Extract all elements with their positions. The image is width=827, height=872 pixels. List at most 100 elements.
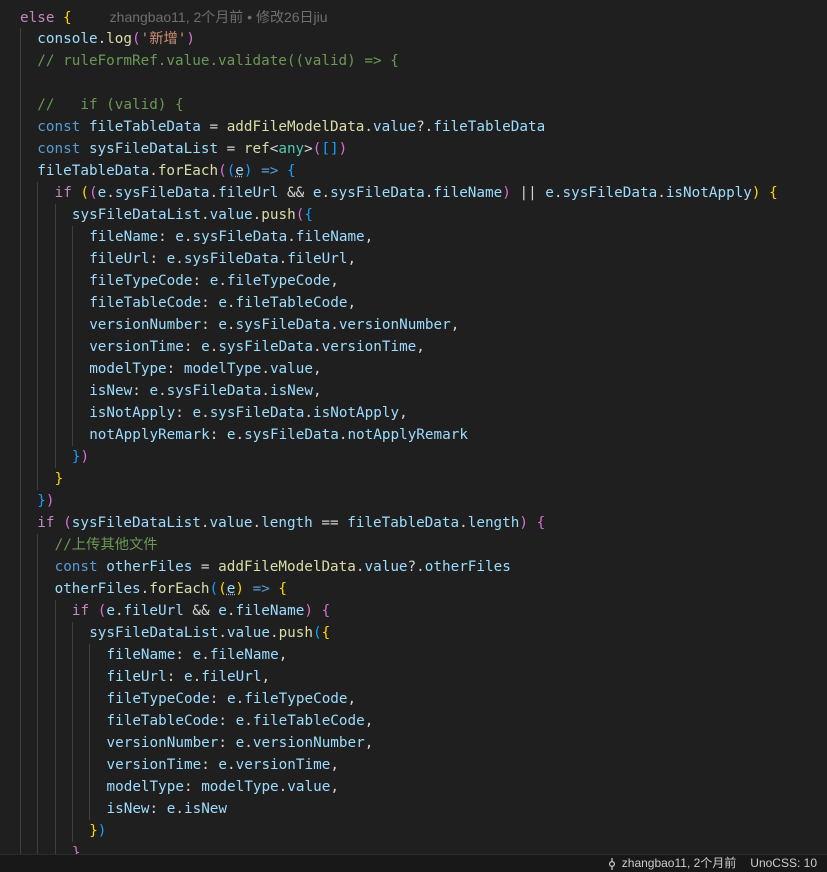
code-token: .: [304, 405, 313, 421]
code-line[interactable]: versionNumber: e.sysFileData.versionNumb…: [0, 314, 827, 336]
indent-guide: [37, 556, 39, 578]
unocss-status[interactable]: UnoCSS: 10: [750, 855, 817, 872]
indent-guide: [71, 776, 73, 798]
code-line[interactable]: versionTime: e.sysFileData.versionTime,: [0, 336, 827, 358]
code-text: isNew: e.isNew: [107, 798, 228, 820]
code-line[interactable]: fileTableCode: e.fileTableCode,: [0, 710, 827, 732]
indent-guide: [20, 424, 21, 446]
code-token: ,: [416, 339, 425, 355]
code-line[interactable]: fileUrl: e.fileUrl,: [0, 666, 827, 688]
code-token: ): [751, 185, 761, 201]
git-blame-status[interactable]: zhangbao11, 2个月前: [606, 855, 736, 872]
code-line[interactable]: //上传其他文件: [0, 534, 827, 556]
code-line[interactable]: else {zhangbao11, 2个月前 • 修改26日jiu: [0, 6, 827, 28]
code-line[interactable]: modelType: modelType.value,: [0, 358, 827, 380]
code-line[interactable]: notApplyRemark: e.sysFileData.notApplyRe…: [0, 424, 827, 446]
indent-guide: [54, 798, 56, 820]
code-token: sysFileDataList: [89, 625, 219, 641]
indent-guide: [54, 402, 56, 424]
code-token: modelType: [201, 779, 279, 795]
code-token: versionNumber: [106, 735, 219, 751]
code-token: fileTableData: [433, 119, 546, 135]
code-text: // ruleFormRef.value.validate((valid) =>…: [37, 50, 399, 72]
code-token: .: [278, 779, 288, 795]
code-line[interactable]: if ((e.sysFileData.fileUrl && e.sysFileD…: [0, 182, 827, 204]
code-token: :: [183, 339, 202, 355]
code-token: .: [201, 405, 210, 421]
code-line[interactable]: isNotApply: e.sysFileData.isNotApply,: [0, 402, 827, 424]
code-text: }): [72, 446, 89, 468]
code-line[interactable]: fileUrl: e.sysFileData.fileUrl,: [0, 248, 827, 270]
code-token: sysFileData: [166, 383, 262, 399]
code-line[interactable]: if (e.fileUrl && e.fileName) {: [0, 600, 827, 622]
code-token: value: [209, 515, 253, 531]
code-line[interactable]: const otherFiles = addFileModelData.valu…: [0, 556, 827, 578]
code-line[interactable]: }): [0, 820, 827, 842]
code-token: e: [235, 735, 245, 751]
code-token: =: [192, 559, 219, 575]
indent-guide: [20, 72, 21, 94]
indent-guide: [20, 490, 21, 512]
code-token: value: [226, 625, 270, 641]
code-token: :: [201, 757, 219, 773]
status-bar-right: zhangbao11, 2个月前 UnoCSS: 10: [592, 855, 817, 872]
code-editor[interactable]: else {zhangbao11, 2个月前 • 修改26日jiu console…: [0, 0, 827, 854]
indent-guide: [37, 600, 39, 622]
code-line[interactable]: versionTime: e.versionTime,: [0, 754, 827, 776]
code-line[interactable]: fileName: e.sysFileData.fileName,: [0, 226, 827, 248]
code-line[interactable]: if (sysFileDataList.value.length == file…: [0, 512, 827, 534]
code-line[interactable]: sysFileDataList.value.push({: [0, 204, 827, 226]
code-line[interactable]: versionNumber: e.versionNumber,: [0, 732, 827, 754]
code-line[interactable]: sysFileDataList.value.push({: [0, 622, 827, 644]
code-line[interactable]: // if (valid) {: [0, 94, 827, 116]
indent-guide: [20, 248, 21, 270]
code-token: notApplyRemark: [347, 427, 468, 443]
code-token: :: [166, 361, 184, 377]
code-line[interactable]: modelType: modelType.value,: [0, 776, 827, 798]
indent-guide: [20, 292, 21, 314]
code-token: fileTableData: [37, 163, 150, 179]
code-line[interactable]: console.log('新增'): [0, 28, 827, 50]
code-line[interactable]: const fileTableData = addFileModelData.v…: [0, 116, 827, 138]
code-line[interactable]: fileTableCode: e.fileTableCode,: [0, 292, 827, 314]
code-token: .: [140, 581, 150, 597]
code-token: .: [252, 207, 262, 223]
code-token: versionNumber: [338, 317, 451, 333]
code-token: {: [321, 625, 331, 641]
code-token: .: [235, 427, 245, 443]
code-line[interactable]: otherFiles.forEach((e) => {: [0, 578, 827, 600]
code-line[interactable]: isNew: e.sysFileData.isNew,: [0, 380, 827, 402]
code-token: forEach: [157, 163, 219, 179]
code-line[interactable]: // ruleFormRef.value.validate((valid) =>…: [0, 50, 827, 72]
code-line[interactable]: const sysFileDataList = ref<any>([]): [0, 138, 827, 160]
indent-guide: [54, 732, 56, 754]
code-text: notApplyRemark: e.sysFileData.notApplyRe…: [89, 424, 468, 446]
code-line[interactable]: }): [0, 446, 827, 468]
code-line[interactable]: }): [0, 490, 827, 512]
code-token: value: [287, 779, 331, 795]
code-line[interactable]: [0, 72, 827, 94]
code-line[interactable]: }: [0, 468, 827, 490]
code-line[interactable]: }: [0, 842, 827, 854]
code-token: fileTableCode: [252, 713, 365, 729]
code-token: ): [45, 493, 55, 509]
code-line[interactable]: fileTypeCode: e.fileTypeCode,: [0, 270, 827, 292]
code-line[interactable]: fileTableData.forEach((e) => {: [0, 160, 827, 182]
code-token: notApplyRemark: [89, 427, 210, 443]
code-token: ): [186, 31, 196, 47]
code-token: .: [201, 647, 210, 663]
code-token: (: [80, 185, 90, 201]
code-text: sysFileDataList.value.push({: [72, 204, 313, 226]
code-token: fileTableData: [347, 515, 460, 531]
indent-guide: [20, 50, 21, 72]
code-line[interactable]: isNew: e.isNew: [0, 798, 827, 820]
code-token: (: [63, 515, 72, 531]
code-token: fileTableCode: [235, 295, 348, 311]
indent-guide: [37, 468, 39, 490]
code-line[interactable]: fileName: e.fileName,: [0, 644, 827, 666]
indent-guide: [71, 380, 73, 402]
code-line[interactable]: fileTypeCode: e.fileTypeCode,: [0, 688, 827, 710]
code-text: const sysFileDataList = ref<any>([]): [37, 138, 347, 160]
